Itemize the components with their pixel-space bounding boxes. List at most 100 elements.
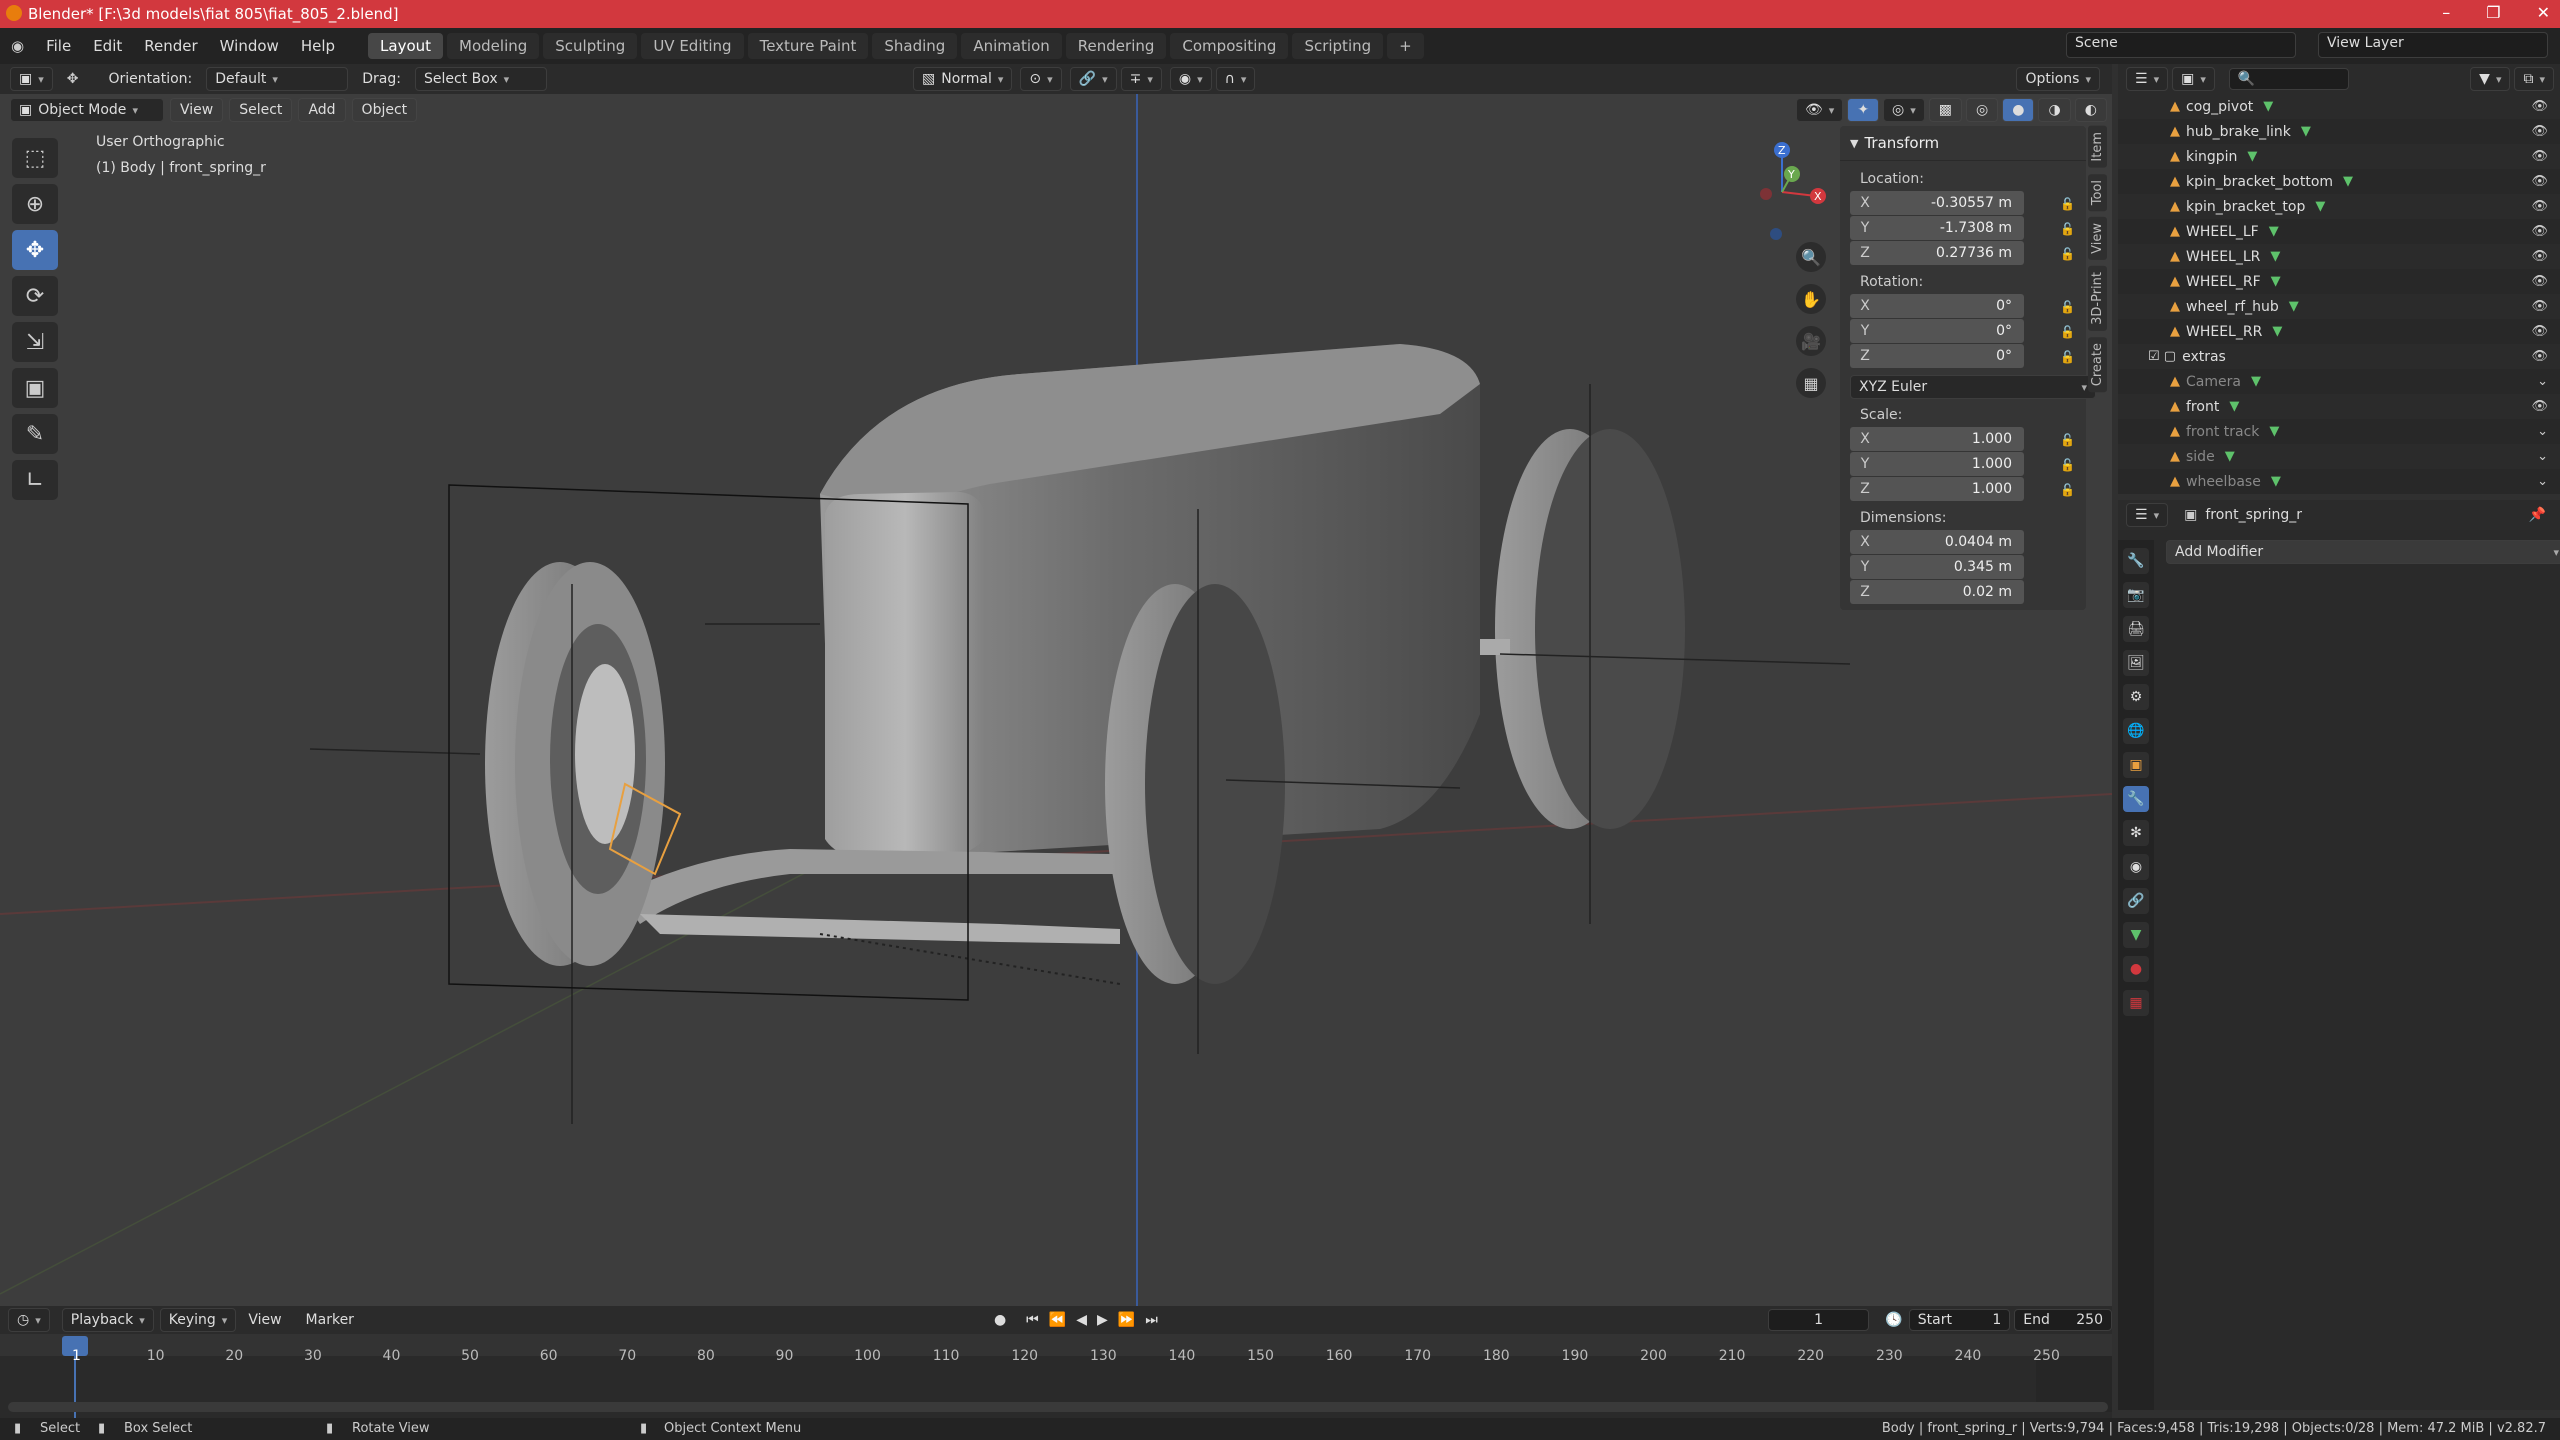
menu-edit[interactable]: Edit — [82, 37, 133, 55]
dimension-z-field[interactable]: Z 0.02 m — [1850, 580, 2024, 604]
outliner-item[interactable]: ▲ hub_brake_link ▼ 👁 — [2118, 119, 2560, 144]
rotate-icon[interactable]: ⟳ — [12, 276, 58, 316]
lock-icon[interactable]: 🔓 — [2060, 247, 2075, 261]
new-collection-icon[interactable]: ⧉ — [2514, 67, 2554, 91]
world-props-icon[interactable]: 🌐 — [2123, 718, 2149, 744]
data-props-icon[interactable]: ▼ — [2123, 922, 2149, 948]
cursor-icon[interactable]: ⊕ — [12, 184, 58, 224]
material-props-icon[interactable]: ● — [2123, 956, 2149, 982]
add-modifier-dropdown[interactable]: Add Modifier — [2166, 540, 2560, 564]
outliner-item[interactable]: ▲ kpin_bracket_bottom ▼ 👁 — [2118, 169, 2560, 194]
camera-icon[interactable]: 🎥 — [1796, 326, 1826, 356]
view-layer-selector[interactable]: View Layer — [2318, 32, 2548, 58]
outliner-item[interactable]: ▲ Camera ▼ ⌄ — [2118, 369, 2560, 394]
menu-file[interactable]: File — [35, 37, 82, 55]
visibility-eye-icon[interactable]: 👁 — [2531, 324, 2548, 339]
display-mode-icon[interactable]: ▣ — [2172, 67, 2215, 91]
jump-start-icon[interactable]: ⏮ — [1026, 1312, 1039, 1328]
visibility-eye-icon[interactable]: 👁 — [2531, 124, 2548, 139]
visibility-eye-icon[interactable]: 👁 — [2531, 224, 2548, 239]
material-shading-icon[interactable]: ◑ — [2038, 98, 2071, 122]
visibility-eye-icon[interactable]: 👁 — [2531, 174, 2548, 189]
grid-ortho-icon[interactable]: ▦ — [1796, 368, 1826, 398]
outliner-item[interactable]: ▲ front ▼ 👁 — [2118, 394, 2560, 419]
location-y-field[interactable]: Y -1.7308 m — [1850, 216, 2024, 240]
scene-selector[interactable]: Scene — [2066, 32, 2296, 58]
rotation-x-field[interactable]: X 0° — [1850, 294, 2024, 318]
zoom-icon[interactable]: 🔍 — [1796, 242, 1826, 272]
sidebar-tab-tool[interactable]: Tool — [2088, 173, 2107, 211]
timeline-scrollbar[interactable] — [8, 1402, 2108, 1412]
outliner-editor-type-icon[interactable]: ☰ — [2126, 67, 2169, 91]
outliner-item[interactable]: ▲ wheel_rf_hub ▼ 👁 — [2118, 294, 2560, 319]
navigation-gizmo[interactable]: Z X Y — [1720, 134, 1840, 254]
add-workspace-button[interactable]: + — [1387, 33, 1424, 59]
render-props-icon[interactable]: 📷 — [2123, 582, 2149, 608]
view-layer-props-icon[interactable]: 🖼 — [2123, 650, 2149, 676]
outliner-item[interactable]: ▲ WHEEL_LF ▼ 👁 — [2118, 219, 2560, 244]
tab-modeling[interactable]: Modeling — [447, 33, 540, 59]
visibility-eye-icon[interactable]: ⌄ — [2537, 474, 2548, 489]
menu-object[interactable]: Object — [351, 98, 418, 122]
modifier-props-icon[interactable]: 🔧 — [2123, 786, 2149, 812]
tab-compositing[interactable]: Compositing — [1170, 33, 1289, 59]
tab-rendering[interactable]: Rendering — [1065, 33, 1167, 59]
menu-view[interactable]: View — [170, 98, 224, 122]
outliner-item[interactable]: ▲ WHEEL_RF ▼ 👁 — [2118, 269, 2560, 294]
physics-props-icon[interactable]: ◉ — [2123, 854, 2149, 880]
rotation-mode-dropdown[interactable]: XYZ Euler — [1850, 375, 2096, 399]
visibility-eye-icon[interactable]: ⌄ — [2537, 374, 2548, 389]
lock-icon[interactable]: 🔓 — [2060, 483, 2075, 497]
lock-icon[interactable]: 🔓 — [2060, 300, 2075, 314]
scale-y-field[interactable]: Y 1.000 — [1850, 452, 2024, 476]
playback-menu[interactable]: Playback — [61, 1308, 154, 1332]
sidebar-tab-create[interactable]: Create — [2088, 336, 2107, 392]
outliner-item[interactable]: ▲ kingpin ▼ 👁 — [2118, 144, 2560, 169]
lock-icon[interactable]: 🔓 — [2060, 222, 2075, 236]
menu-help[interactable]: Help — [290, 37, 346, 55]
outliner-item[interactable]: ▲ wheelbase ▼ ⌄ — [2118, 469, 2560, 494]
current-frame-field[interactable]: 1 — [1767, 1309, 1870, 1331]
solid-shading-icon[interactable]: ● — [2002, 98, 2035, 122]
pivot-dropdown[interactable]: ▧ Normal — [912, 67, 1013, 91]
pin-icon[interactable]: 📌 — [2529, 507, 2546, 523]
scene-props-icon[interactable]: ⚙ — [2123, 684, 2149, 710]
play-icon[interactable]: ▶ — [1097, 1312, 1108, 1328]
snap-toggle[interactable]: 🔗 — [1069, 67, 1117, 91]
location-z-field[interactable]: Z 0.27736 m — [1850, 241, 2024, 265]
dimension-y-field[interactable]: Y 0.345 m — [1850, 555, 2024, 579]
menu-window[interactable]: Window — [209, 37, 290, 55]
view-layer-name[interactable]: View Layer — [2318, 32, 2548, 58]
maximize-button[interactable]: ❐ — [2486, 3, 2500, 22]
prev-keyframe-icon[interactable]: ⏪ — [1049, 1312, 1066, 1328]
select-box-icon[interactable]: ⬚ — [12, 138, 58, 178]
outliner-item[interactable]: ☑ ▢ extras 👁 — [2118, 344, 2560, 369]
mode-dropdown[interactable]: ▣ Object Mode — [10, 98, 164, 122]
tab-texture-paint[interactable]: Texture Paint — [747, 33, 869, 59]
timeline-view-menu[interactable]: View — [248, 1312, 281, 1328]
visibility-eye-icon[interactable]: ⌄ — [2537, 424, 2548, 439]
timeline-editor-type-icon[interactable]: ◷ — [8, 1308, 50, 1332]
collapse-arrow-icon[interactable]: ▼ — [1850, 137, 1858, 150]
dimension-x-field[interactable]: X 0.0404 m — [1850, 530, 2024, 554]
particles-props-icon[interactable]: ✻ — [2123, 820, 2149, 846]
visibility-eye-icon[interactable]: 👁 — [2531, 299, 2548, 314]
filter-icon[interactable]: ▼ — [2470, 67, 2511, 91]
visibility-eye-icon[interactable]: 👁 — [2531, 199, 2548, 214]
visibility-eye-icon[interactable]: 👁 — [2531, 274, 2548, 289]
snap-target-dropdown[interactable]: ∓ — [1120, 67, 1162, 91]
pan-hand-icon[interactable]: ✋ — [1796, 284, 1826, 314]
tool-props-icon[interactable]: 🔧 — [2123, 548, 2149, 574]
visibility-dropdown[interactable]: 👁 — [1796, 98, 1844, 122]
move-icon[interactable]: ✥ — [12, 230, 58, 270]
play-reverse-icon[interactable]: ◀ — [1076, 1312, 1087, 1328]
rotation-z-field[interactable]: Z 0° — [1850, 344, 2024, 368]
scale-x-field[interactable]: X 1.000 — [1850, 427, 2024, 451]
orientation-dropdown[interactable]: Default — [206, 67, 349, 91]
location-x-field[interactable]: X -0.30557 m — [1850, 191, 2024, 215]
outliner-item[interactable]: ▲ WHEEL_RR ▼ 👁 — [2118, 319, 2560, 344]
transform-icon[interactable]: ▣ — [12, 368, 58, 408]
texture-props-icon[interactable]: ▦ — [2123, 990, 2149, 1016]
menu-select[interactable]: Select — [229, 98, 293, 122]
visibility-eye-icon[interactable]: 👁 — [2531, 349, 2548, 364]
